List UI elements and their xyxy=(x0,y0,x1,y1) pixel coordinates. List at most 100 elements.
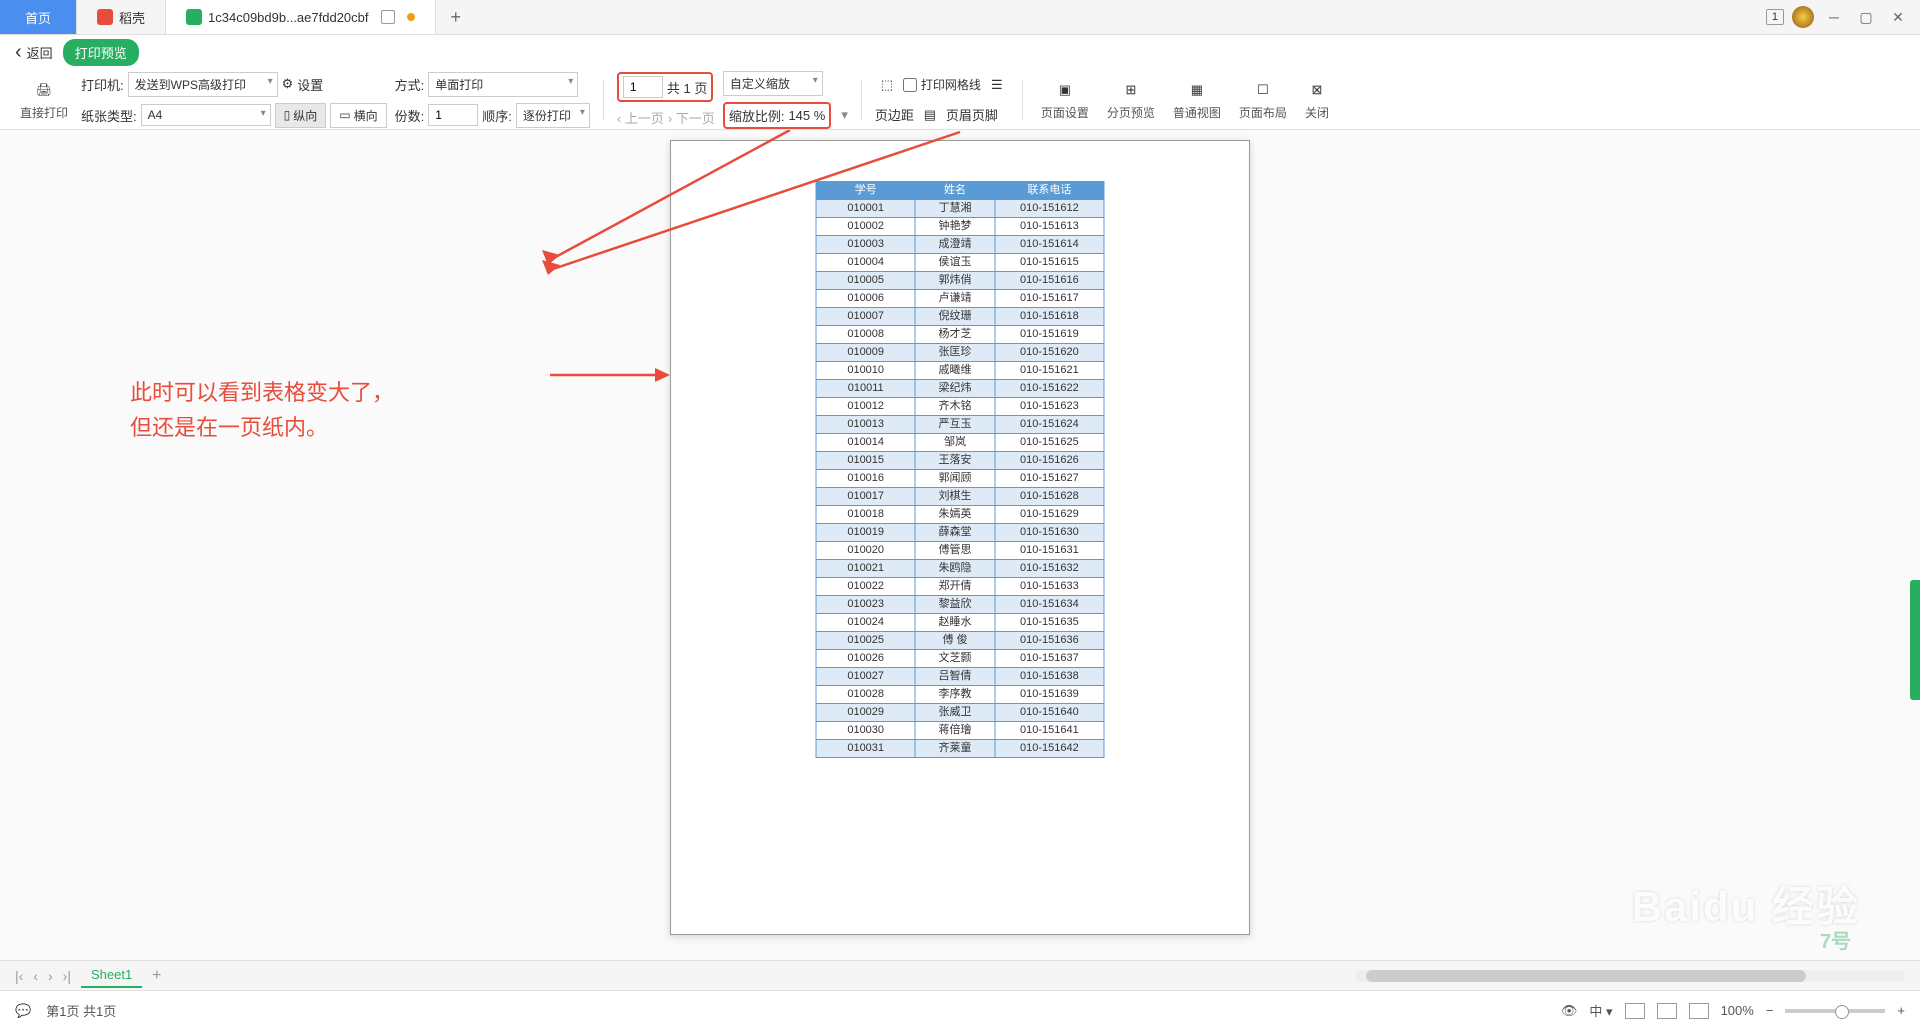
mode-select[interactable]: 单面打印 xyxy=(428,72,578,97)
next-page-button[interactable]: › 下一页 xyxy=(668,108,715,127)
table-row: 010017刘棋生010-151628 xyxy=(816,488,1104,506)
paper-value: A4 xyxy=(148,108,163,122)
table-cell: 010-151615 xyxy=(995,254,1104,272)
view-break-button[interactable] xyxy=(1689,1003,1709,1019)
header-footer-button[interactable]: 页眉页脚 xyxy=(946,105,998,124)
table-cell: 郭闻顾 xyxy=(915,470,994,488)
landscape-button[interactable]: ▭横向 xyxy=(330,103,386,128)
close-window-button[interactable]: ✕ xyxy=(1886,5,1910,29)
table-row: 010027吕智倩010-151638 xyxy=(816,668,1104,686)
tab-add-button[interactable]: + xyxy=(436,0,477,34)
table-cell: 戚曦维 xyxy=(915,362,994,380)
table-cell: 傅 俊 xyxy=(915,632,994,650)
table-cell: 侯谊玉 xyxy=(915,254,994,272)
zoom-type-select[interactable]: 自定义缩放 xyxy=(723,71,823,96)
table-cell: 010005 xyxy=(816,272,915,290)
table-cell: 齐莱童 xyxy=(915,740,994,758)
table-cell: 010-151619 xyxy=(995,326,1104,344)
prev-page-button[interactable]: ‹ 上一页 xyxy=(617,108,664,127)
sheet-prev-button[interactable]: ‹ xyxy=(33,968,38,984)
header-footer-icon: ☰ xyxy=(985,73,1009,97)
tab-bar: 首页 稻壳 1c34c09bd9b...ae7fdd20cbf + 1 ─ ▢ … xyxy=(0,0,1920,35)
paper-select[interactable]: A4 xyxy=(141,104,271,126)
window-counter[interactable]: 1 xyxy=(1766,9,1784,25)
table-cell: 李序教 xyxy=(915,686,994,704)
table-cell: 010019 xyxy=(816,524,915,542)
normal-view-button[interactable]: ▦普通视图 xyxy=(1168,78,1226,121)
annotation-text: 此时可以看到表格变大了， 但还是在一页纸内。 xyxy=(130,375,394,445)
avatar[interactable] xyxy=(1792,6,1814,28)
table-cell: 王落安 xyxy=(915,452,994,470)
table-row: 010029张威卫010-151640 xyxy=(816,704,1104,722)
zoom-slider[interactable] xyxy=(1785,1009,1885,1013)
table-cell: 010-151626 xyxy=(995,452,1104,470)
minimize-button[interactable]: ─ xyxy=(1822,5,1846,29)
portrait-button[interactable]: ▯纵向 xyxy=(275,103,327,128)
mode-value: 单面打印 xyxy=(435,78,483,92)
printer-select[interactable]: 发送到WPS高级打印 xyxy=(128,72,278,97)
tab-docer[interactable]: 稻壳 xyxy=(77,0,166,34)
table-cell: 010-151630 xyxy=(995,524,1104,542)
view-normal-button[interactable] xyxy=(1625,1003,1645,1019)
sheet-next-button[interactable]: › xyxy=(48,968,53,984)
table-row: 010031齐莱童010-151642 xyxy=(816,740,1104,758)
order-select[interactable]: 逐份打印 xyxy=(516,103,590,128)
next-page-label: 下一页 xyxy=(676,111,715,126)
table-cell: 010-151621 xyxy=(995,362,1104,380)
table-cell: 010028 xyxy=(816,686,915,704)
table-cell: 010-151629 xyxy=(995,506,1104,524)
table-cell: 赵睡水 xyxy=(915,614,994,632)
table-cell: 010031 xyxy=(816,740,915,758)
table-cell: 010-151612 xyxy=(995,200,1104,218)
page-break-button[interactable]: ⊞分页预览 xyxy=(1102,78,1160,121)
horizontal-scrollbar[interactable] xyxy=(1355,970,1905,982)
table-cell: 丁慧湘 xyxy=(915,200,994,218)
page-layout-button[interactable]: ☐页面布局 xyxy=(1234,78,1292,121)
tab-file[interactable]: 1c34c09bd9b...ae7fdd20cbf xyxy=(166,0,435,34)
table-cell: 张威卫 xyxy=(915,704,994,722)
table-cell: 010-151642 xyxy=(995,740,1104,758)
margins-button[interactable]: 页边距 xyxy=(875,105,914,124)
order-value: 逐份打印 xyxy=(523,109,571,123)
table-cell: 010026 xyxy=(816,650,915,668)
table-row: 010001丁慧湘010-151612 xyxy=(816,200,1104,218)
close-label: 关闭 xyxy=(1305,104,1329,121)
table-row: 010026文芝颢010-151637 xyxy=(816,650,1104,668)
tab-home[interactable]: 首页 xyxy=(0,0,77,34)
eye-icon[interactable]: 👁 xyxy=(1561,1003,1578,1019)
gridlines-label: 打印网格线 xyxy=(921,76,981,93)
table-row: 010015王落安010-151626 xyxy=(816,452,1104,470)
scrollbar-thumb[interactable] xyxy=(1366,970,1806,982)
preview-area: 学号姓名联系电话 010001丁慧湘010-151612010002钟艳梦010… xyxy=(0,130,1920,990)
zoom-out-button[interactable]: − xyxy=(1766,1003,1774,1018)
table-row: 010025傅 俊010-151636 xyxy=(816,632,1104,650)
settings-button[interactable]: 设置 xyxy=(297,75,323,94)
copies-input[interactable] xyxy=(428,104,478,126)
sheet-add-button[interactable]: + xyxy=(152,967,161,985)
direct-print-button[interactable]: 🖨 直接打印 xyxy=(15,78,73,121)
gridlines-checkbox[interactable] xyxy=(903,78,917,92)
ime-icon[interactable]: 中 ▾ xyxy=(1589,1001,1612,1020)
close-preview-button[interactable]: ⊠关闭 xyxy=(1300,78,1334,121)
page-setup-button[interactable]: ▣页面设置 xyxy=(1036,78,1094,121)
table-cell: 傅管思 xyxy=(915,542,994,560)
zoom-in-button[interactable]: + xyxy=(1897,1003,1905,1018)
zoom-dropdown-icon[interactable]: ▾ xyxy=(841,107,848,123)
table-cell: 010-151625 xyxy=(995,434,1104,452)
table-cell: 010002 xyxy=(816,218,915,236)
page-input[interactable] xyxy=(623,76,663,98)
sheet-first-button[interactable]: |‹ xyxy=(15,968,23,984)
status-page-info: 第1页 共1页 xyxy=(46,1001,116,1020)
table-header: 学号 xyxy=(816,182,915,200)
table-cell: 朱鸥隐 xyxy=(915,560,994,578)
maximize-button[interactable]: ▢ xyxy=(1854,5,1878,29)
page-break-label: 分页预览 xyxy=(1107,104,1155,121)
status-icon: 💬 xyxy=(15,1003,31,1019)
view-page-button[interactable] xyxy=(1657,1003,1677,1019)
sheet-last-button[interactable]: ›| xyxy=(63,968,71,984)
back-button[interactable]: 返回 xyxy=(15,41,53,64)
landscape-label: 横向 xyxy=(354,107,378,124)
side-handle[interactable] xyxy=(1910,580,1920,700)
sheet-tab[interactable]: Sheet1 xyxy=(81,963,142,988)
printer-value: 发送到WPS高级打印 xyxy=(135,78,246,92)
